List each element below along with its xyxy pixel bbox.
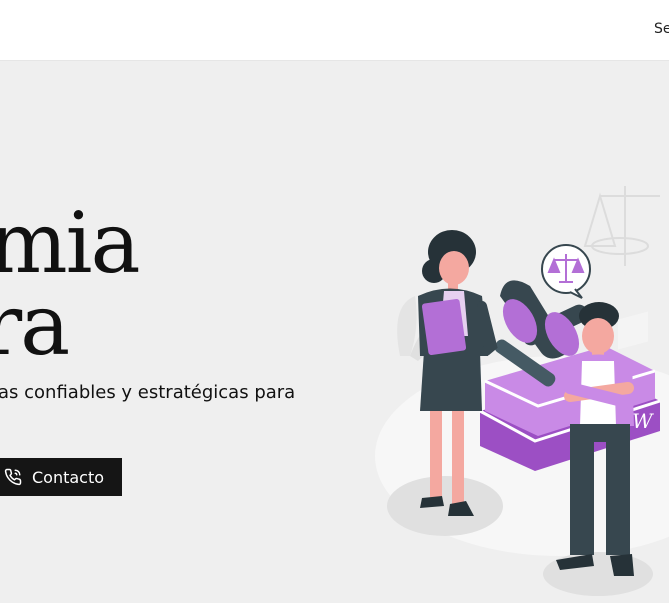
book-letter: W	[632, 409, 654, 433]
top-navbar: Se	[0, 0, 669, 61]
hero-tagline: as confiables y estratégicas para	[0, 382, 296, 403]
nav-link-partial[interactable]: Se	[654, 21, 669, 37]
legal-team-illustration: W	[375, 186, 669, 596]
contact-button[interactable]: Contacto	[0, 458, 122, 496]
hero-title-line-1: mia	[0, 194, 141, 292]
contact-button-label: Contacto	[32, 467, 105, 487]
hero-title-line-2: ra	[0, 276, 70, 374]
scales-of-justice-icon	[541, 244, 591, 299]
hero-section: mia ra as confiables y estratégicas para…	[0, 61, 669, 603]
phone-icon	[4, 468, 22, 486]
